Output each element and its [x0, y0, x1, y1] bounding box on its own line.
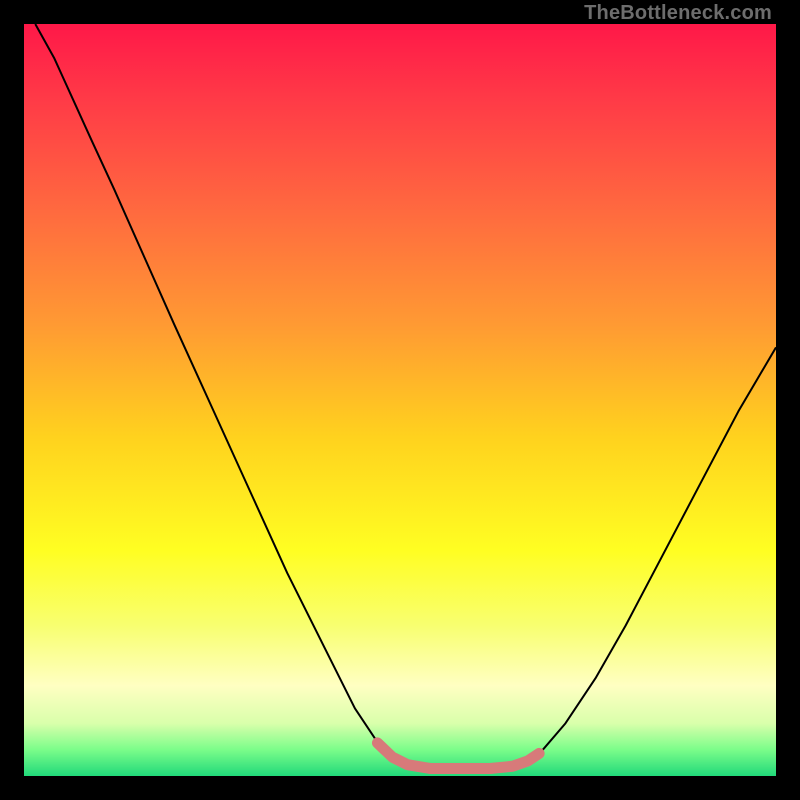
watermark-text: TheBottleneck.com: [584, 2, 772, 25]
chart-svg: [24, 24, 776, 776]
chart-frame: [24, 24, 776, 776]
chart-background: [24, 24, 776, 776]
